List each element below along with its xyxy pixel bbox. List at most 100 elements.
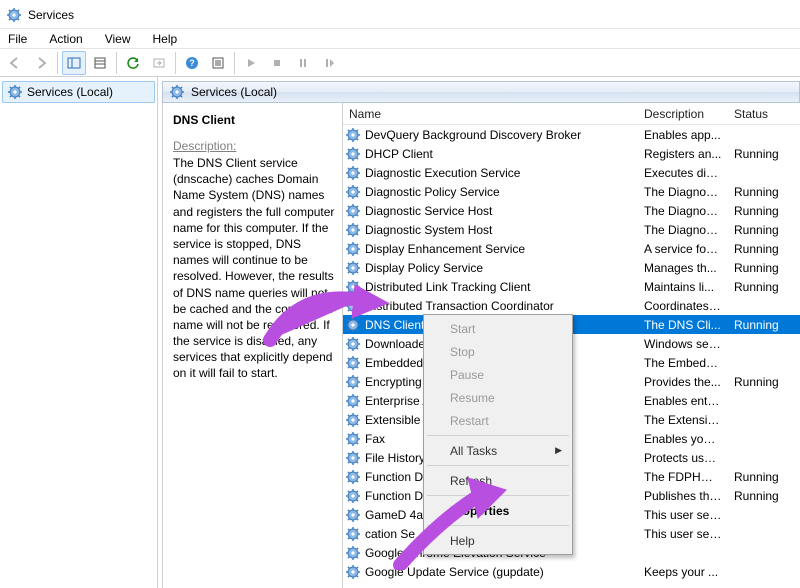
service-desc: The Extensib... — [638, 413, 728, 427]
service-row[interactable]: Diagnostic System HostThe Diagnos...Runn… — [343, 220, 800, 239]
service-name: GameD 4af — [365, 508, 426, 522]
export-list-button[interactable] — [88, 51, 112, 75]
col-header-name[interactable]: Name — [343, 107, 638, 121]
toolbar-separator — [234, 52, 235, 74]
svg-text:?: ? — [189, 58, 195, 68]
restart-service-button[interactable] — [317, 51, 341, 75]
ctx-separator — [427, 435, 569, 436]
nav-services-local[interactable]: Services (Local) — [2, 81, 155, 103]
description-text: The DNS Client service (dnscache) caches… — [173, 155, 336, 382]
detail-pane: DNS Client Description: The DNS Client s… — [163, 103, 343, 588]
service-status: Running — [728, 242, 788, 256]
service-status: Running — [728, 280, 788, 294]
service-name: DHCP Client — [365, 147, 433, 161]
ctx-help[interactable]: Help — [426, 529, 570, 552]
service-status: Running — [728, 223, 788, 237]
service-row[interactable]: Distributed Link Tracking ClientMaintain… — [343, 277, 800, 296]
service-desc: Enables you ... — [638, 432, 728, 446]
service-desc: This user ser... — [638, 508, 728, 522]
menu-file[interactable]: File — [4, 30, 31, 48]
service-desc: Provides the... — [638, 375, 728, 389]
ctx-separator — [427, 465, 569, 466]
service-desc: The Diagnos... — [638, 204, 728, 218]
ctx-resume[interactable]: Resume — [426, 386, 570, 409]
toolbar-separator — [175, 52, 176, 74]
gear-icon — [345, 469, 361, 485]
help-button[interactable]: ? — [180, 51, 204, 75]
gear-icon — [345, 564, 361, 580]
menu-help[interactable]: Help — [149, 30, 182, 48]
content-wrap: Services (Local) DNS Client Description:… — [158, 77, 800, 588]
service-row[interactable]: Diagnostic Policy ServiceThe Diagnos...R… — [343, 182, 800, 201]
gear-icon — [345, 298, 361, 314]
ctx-stop[interactable]: Stop — [426, 340, 570, 363]
properties-button[interactable] — [206, 51, 230, 75]
ctx-refresh[interactable]: Refresh — [426, 469, 570, 492]
gear-icon — [345, 279, 361, 295]
menu-view[interactable]: View — [101, 30, 135, 48]
service-name: Fax — [365, 432, 385, 446]
gear-icon — [345, 241, 361, 257]
service-name: Diagnostic Policy Service — [365, 185, 500, 199]
service-name: Google Update Service (gupdate) — [365, 565, 544, 579]
submenu-arrow-icon: ▶ — [555, 445, 562, 456]
export-button[interactable] — [147, 51, 171, 75]
content: DNS Client Description: The DNS Client s… — [162, 103, 800, 588]
service-desc: Publishes thi... — [638, 489, 728, 503]
gear-icon — [345, 165, 361, 181]
ctx-all-tasks[interactable]: All Tasks▶ — [426, 439, 570, 462]
service-row[interactable]: Diagnostic Service HostThe Diagnos...Run… — [343, 201, 800, 220]
gear-icon — [345, 488, 361, 504]
service-desc: Enables ente... — [638, 394, 728, 408]
menu-action[interactable]: Action — [45, 30, 86, 48]
service-desc: Maintains li... — [638, 280, 728, 294]
ctx-restart[interactable]: Restart — [426, 409, 570, 432]
service-desc: Enables app... — [638, 128, 728, 142]
service-status: Running — [728, 185, 788, 199]
refresh-button[interactable] — [121, 51, 145, 75]
show-hide-tree-button[interactable] — [62, 51, 86, 75]
service-row[interactable]: Diagnostic Execution ServiceExecutes dia… — [343, 163, 800, 182]
nav-root-label: Services (Local) — [27, 85, 113, 99]
service-row[interactable]: Distributed Transaction CoordinatorCoord… — [343, 296, 800, 315]
toolbar: ? — [0, 49, 800, 77]
service-status: Running — [728, 489, 788, 503]
gear-icon — [345, 184, 361, 200]
service-row[interactable]: Display Enhancement ServiceA service for… — [343, 239, 800, 258]
forward-button[interactable] — [29, 51, 53, 75]
service-name: cation Se — [365, 527, 415, 541]
window-title: Services — [28, 8, 74, 22]
col-header-description[interactable]: Description — [638, 107, 728, 121]
selected-service-title: DNS Client — [173, 113, 336, 127]
gear-icon — [345, 146, 361, 162]
gear-icon — [345, 355, 361, 371]
service-row[interactable]: Display Policy ServiceManages th...Runni… — [343, 258, 800, 277]
service-name: Diagnostic System Host — [365, 223, 492, 237]
gear-icon — [345, 393, 361, 409]
stop-service-button[interactable] — [265, 51, 289, 75]
body: Services (Local) Services (Local) DNS Cl… — [0, 77, 800, 588]
ctx-pause[interactable]: Pause — [426, 363, 570, 386]
start-service-button[interactable] — [239, 51, 263, 75]
service-row[interactable]: Google Update Service (gupdate)Keeps you… — [343, 562, 800, 581]
content-header: Services (Local) — [162, 81, 800, 103]
service-desc: Manages th... — [638, 261, 728, 275]
context-menu: Start Stop Pause Resume Restart All Task… — [423, 314, 573, 555]
service-name: Diagnostic Execution Service — [365, 166, 520, 180]
ctx-properties[interactable]: Properties — [426, 499, 570, 522]
service-row[interactable]: DevQuery Background Discovery BrokerEnab… — [343, 125, 800, 144]
service-row[interactable]: DHCP ClientRegisters an...Running — [343, 144, 800, 163]
col-header-status[interactable]: Status — [728, 107, 788, 121]
back-button[interactable] — [3, 51, 27, 75]
service-desc: Protects user... — [638, 451, 728, 465]
gear-icon — [345, 374, 361, 390]
ctx-separator — [427, 525, 569, 526]
pause-service-button[interactable] — [291, 51, 315, 75]
gear-icon — [345, 260, 361, 276]
ctx-start[interactable]: Start — [426, 317, 570, 340]
description-label: Description: — [173, 139, 336, 153]
gear-icon — [345, 450, 361, 466]
service-status: Running — [728, 204, 788, 218]
service-name: Display Policy Service — [365, 261, 483, 275]
service-desc: Windows ser... — [638, 337, 728, 351]
